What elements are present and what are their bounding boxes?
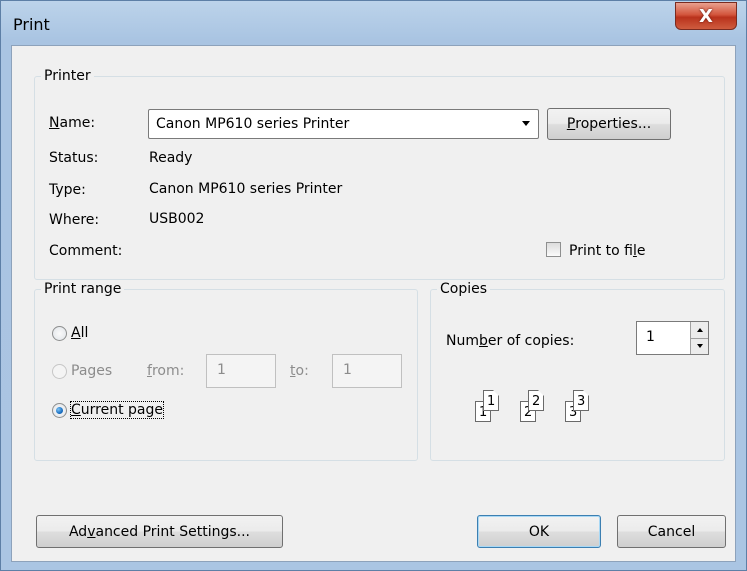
name-label: Name:	[49, 115, 96, 131]
all-radio[interactable]	[52, 326, 67, 341]
close-icon: X	[699, 5, 713, 27]
close-button[interactable]: X	[675, 2, 737, 30]
status-label: Status:	[49, 150, 99, 166]
from-page-value: 1	[217, 362, 226, 378]
to-page-input[interactable]: 1	[332, 354, 402, 388]
copies-group: Copies	[430, 281, 725, 461]
pages-radio-label[interactable]: Pages	[71, 363, 112, 379]
number-of-copies-label: Number of copies:	[446, 333, 575, 349]
all-radio-label[interactable]: All	[71, 325, 88, 341]
pages-radio[interactable]	[52, 364, 67, 379]
to-page-value: 1	[343, 362, 352, 378]
collate-page: 3	[573, 390, 589, 411]
type-label: Type:	[49, 182, 86, 198]
printer-name-value: Canon MP610 series Printer	[156, 116, 350, 132]
print-to-file-checkbox[interactable]	[546, 242, 561, 257]
current-page-radio-label[interactable]: Current page	[69, 401, 165, 419]
print-to-file-label[interactable]: Print to file	[569, 243, 646, 259]
where-value: USB002	[149, 211, 205, 227]
where-label: Where:	[49, 212, 100, 228]
copies-value: 1	[646, 329, 655, 345]
cancel-button[interactable]: Cancel	[617, 515, 726, 548]
spinner-buttons	[690, 322, 708, 354]
printer-name-dropdown[interactable]: Canon MP610 series Printer	[148, 109, 539, 139]
chevron-up-icon	[696, 328, 703, 332]
ok-button[interactable]: OK	[477, 515, 601, 548]
current-page-radio[interactable]	[52, 403, 67, 418]
to-label: to:	[290, 363, 309, 379]
dialog-body: Printer Name: Canon MP610 series Printer…	[11, 45, 736, 562]
copies-group-label: Copies	[440, 281, 488, 297]
collate-page: 2	[528, 390, 544, 411]
properties-button[interactable]: Properties...	[547, 108, 671, 140]
print-range-group-label: Print range	[44, 281, 122, 297]
type-value: Canon MP610 series Printer	[149, 181, 343, 197]
collate-page: 1	[483, 390, 499, 411]
spinner-down-button[interactable]	[691, 338, 708, 354]
advanced-print-settings-button[interactable]: Ad v anced Print Settings...	[36, 515, 283, 548]
copies-spinner[interactable]: 1	[636, 321, 709, 355]
chevron-down-icon	[696, 344, 703, 348]
status-value: Ready	[149, 150, 193, 166]
comment-label: Comment:	[49, 243, 123, 259]
spinner-up-button[interactable]	[691, 322, 708, 339]
window-title: Print	[13, 15, 50, 34]
chevron-down-icon	[522, 121, 530, 126]
title-bar[interactable]: Print X	[1, 1, 746, 45]
print-dialog-window: Print X Printer Name: Canon MP610 series…	[0, 0, 747, 571]
from-page-input[interactable]: 1	[206, 354, 276, 388]
printer-group-label: Printer	[44, 68, 91, 84]
from-label: from:	[147, 363, 185, 379]
